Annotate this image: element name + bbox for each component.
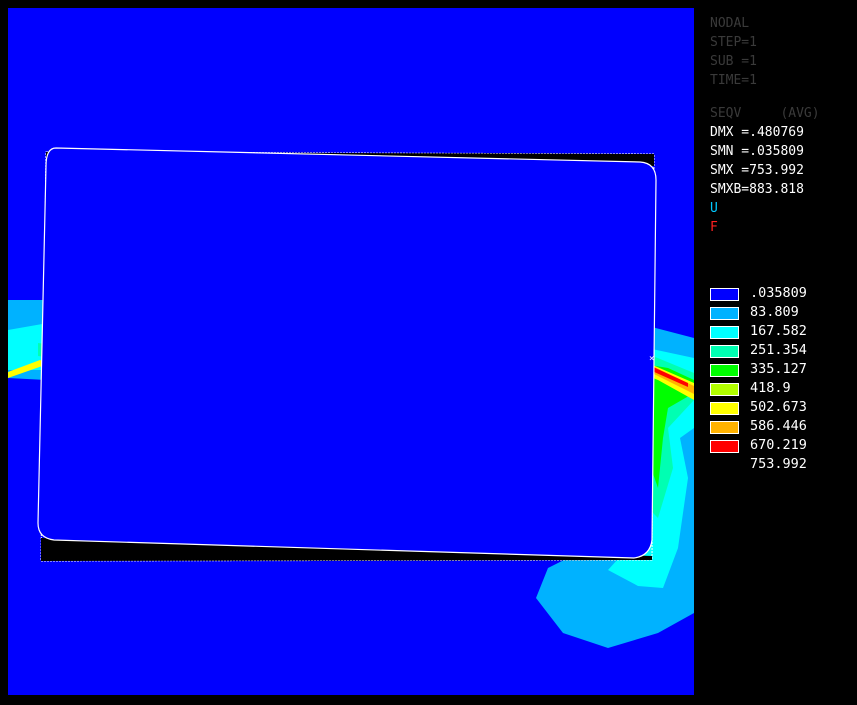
legend-swatch xyxy=(710,307,739,320)
stress-contour-plot: × xyxy=(8,147,694,648)
legend-value: 586.446 xyxy=(750,418,807,434)
info-line-smn: SMN =.035809 xyxy=(710,144,804,159)
legend-row: 251.354 xyxy=(710,341,855,360)
legend-row: 670.219 xyxy=(710,436,855,455)
legend-swatch xyxy=(710,402,739,415)
legend-value: 753.992 xyxy=(750,456,807,472)
deformed-plate xyxy=(37,147,657,559)
legend-value: 335.127 xyxy=(750,361,807,377)
constraint-marker: × xyxy=(649,354,654,364)
legend-swatch xyxy=(710,345,739,358)
info-line-f-symbol: F xyxy=(710,220,718,235)
legend-value: 502.673 xyxy=(750,399,807,415)
legend-swatch xyxy=(710,288,739,301)
info-panel: NODAL STEP=1 SUB =1 TIME=1 SEQV (AVG) DM… xyxy=(710,14,855,237)
legend-row: 753.992 xyxy=(710,455,855,474)
legend-row: 418.9 xyxy=(710,379,855,398)
info-line-smx: SMX =753.992 xyxy=(710,163,804,178)
info-line-u-symbol: U xyxy=(710,201,718,216)
info-line-sub: SUB =1 xyxy=(710,54,757,69)
legend-row: 335.127 xyxy=(710,360,855,379)
info-line-nodal: NODAL xyxy=(710,16,750,31)
legend-value: 83.809 xyxy=(750,304,799,320)
legend-value: 251.354 xyxy=(750,342,807,358)
legend-swatch xyxy=(710,440,739,453)
legend-row: 586.446 xyxy=(710,417,855,436)
info-line-step: STEP=1 xyxy=(710,35,757,50)
legend-swatch xyxy=(710,421,739,434)
legend-row: 83.809 xyxy=(710,303,855,322)
info-line-seqv: SEQV (AVG) xyxy=(710,106,820,121)
legend-swatch xyxy=(710,383,739,396)
info-line-smxb: SMXB=883.818 xyxy=(710,182,804,197)
plot-viewport[interactable]: × xyxy=(8,8,694,695)
legend-swatch xyxy=(710,326,739,339)
legend-value: 418.9 xyxy=(750,380,791,396)
legend-value: 167.582 xyxy=(750,323,807,339)
info-line-time: TIME=1 xyxy=(710,73,757,88)
legend-row: 167.582 xyxy=(710,322,855,341)
info-line-dmx: DMX =.480769 xyxy=(710,125,804,140)
legend-value: 670.219 xyxy=(750,437,807,453)
legend-row: 502.673 xyxy=(710,398,855,417)
legend-value: .035809 xyxy=(750,285,807,301)
legend-swatch xyxy=(710,364,739,377)
legend-row: .035809 xyxy=(710,284,855,303)
